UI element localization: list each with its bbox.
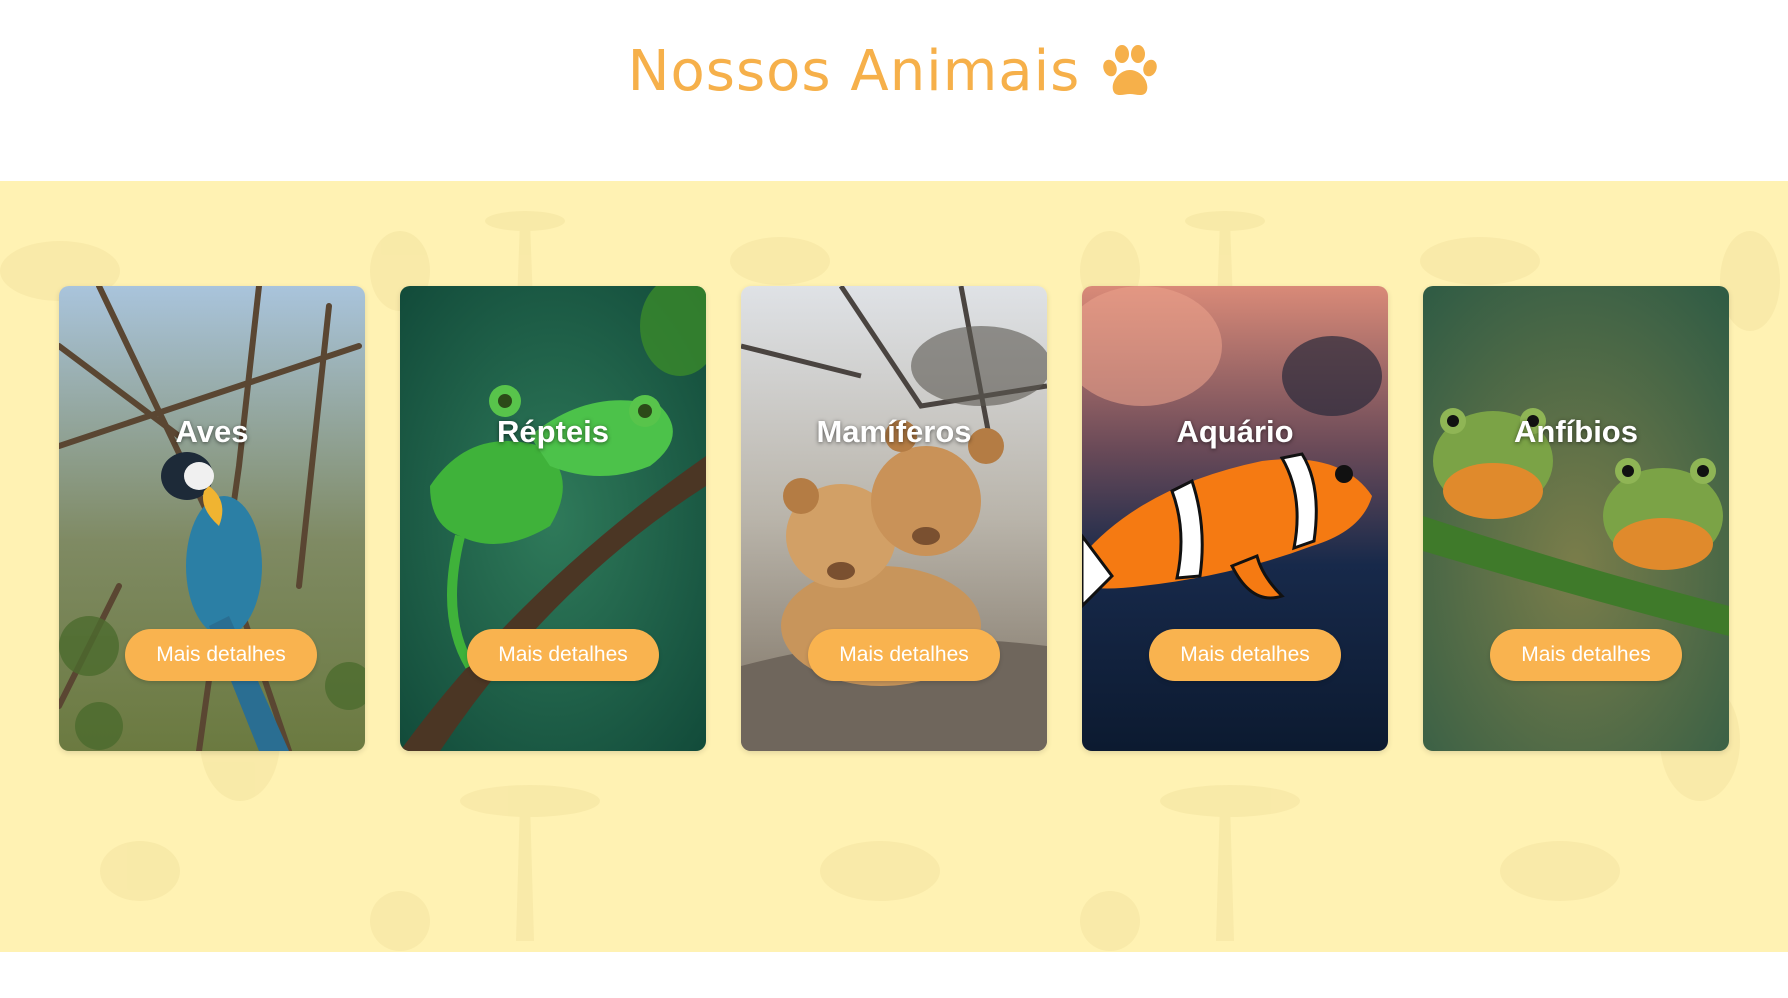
details-button-aquario[interactable]: Mais detalhes	[1149, 629, 1341, 681]
parrot-image	[59, 286, 365, 751]
lion-cubs-image	[741, 286, 1047, 751]
page-title: Nossos Animais	[627, 39, 1081, 104]
card-anfibios[interactable]: Anfíbios Mais detalhes	[1423, 286, 1729, 751]
clownfish-image	[1082, 286, 1388, 751]
title-wrap: Nossos Animais	[628, 39, 1161, 104]
animal-cards: Aves Mais detalhes Répteis Mais detalhes…	[0, 286, 1788, 751]
details-button-mamiferos[interactable]: Mais detalhes	[808, 629, 1000, 681]
chameleon-image	[400, 286, 706, 751]
card-title: Aquário	[1176, 414, 1294, 449]
details-button-anfibios[interactable]: Mais detalhes	[1490, 629, 1682, 681]
card-title: Aves	[175, 414, 249, 449]
paw-icon	[1100, 44, 1160, 100]
card-aquario[interactable]: Aquário Mais detalhes	[1082, 286, 1388, 751]
card-title: Anfíbios	[1514, 414, 1638, 449]
card-repteis[interactable]: Répteis Mais detalhes	[400, 286, 706, 751]
card-title: Mamíferos	[816, 414, 972, 449]
page: Nossos Animais Aves Mais detalhes Réptei…	[0, 0, 1788, 998]
details-button-aves[interactable]: Mais detalhes	[125, 629, 317, 681]
header: Nossos Animais	[0, 0, 1788, 181]
card-mamiferos[interactable]: Mamíferos Mais detalhes	[741, 286, 1047, 751]
tree-frogs-image	[1423, 286, 1729, 751]
card-aves[interactable]: Aves Mais detalhes	[59, 286, 365, 751]
card-title: Répteis	[497, 414, 609, 449]
details-button-repteis[interactable]: Mais detalhes	[467, 629, 659, 681]
